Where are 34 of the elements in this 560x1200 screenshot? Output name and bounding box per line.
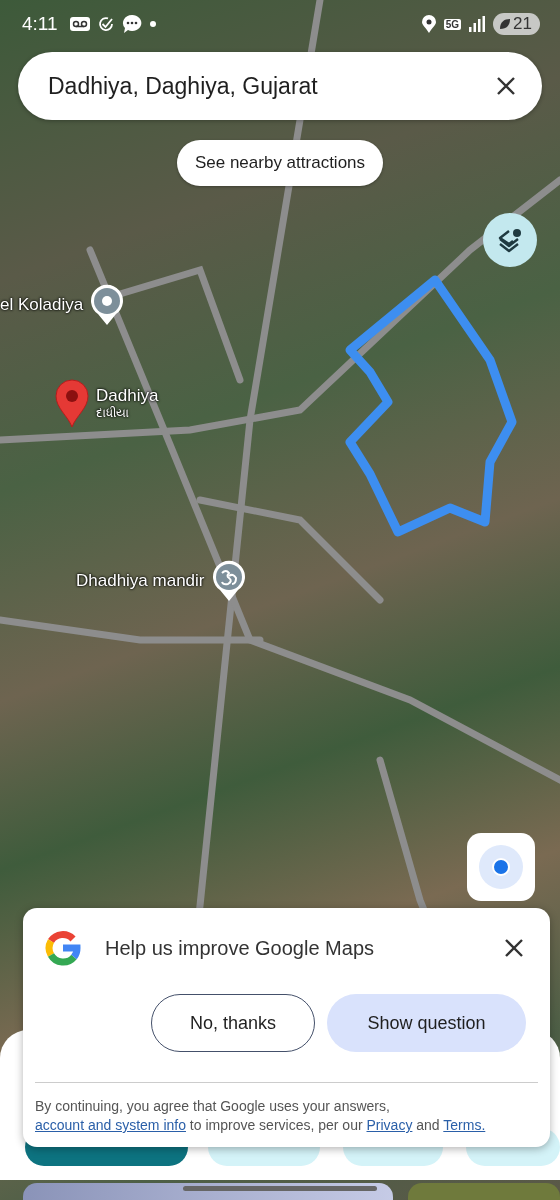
footer-link[interactable]: Privacy (366, 1117, 413, 1133)
close-icon (496, 76, 516, 96)
search-bar[interactable]: Dadhiya, Daghiya, Gujarat (18, 52, 542, 120)
place-label[interactable]: el Koladiya (0, 295, 84, 315)
network-type: 5G (443, 18, 462, 30)
dot-icon (149, 21, 156, 27)
footer-link[interactable]: Terms. (443, 1117, 486, 1133)
layers-icon (496, 226, 524, 254)
place-label-local[interactable]: દાધીયા (96, 406, 159, 420)
nearby-attractions-chip[interactable]: See nearby attractions (176, 140, 384, 186)
place-label[interactable]: Dadhiya (96, 386, 159, 406)
status-time: 4:11 (22, 13, 58, 35)
map-pin-icon (54, 378, 90, 428)
location-marker-icon (89, 284, 126, 326)
message-icon (121, 14, 142, 34)
search-field[interactable]: Dadhiya, Daghiya, Gujarat (46, 71, 492, 101)
battery-indicator: 21 (493, 13, 540, 35)
temple-marker-icon (210, 560, 247, 602)
google-logo-icon (45, 930, 81, 966)
place-label[interactable]: Dhadhiya mandir (76, 571, 205, 591)
leaf-icon (499, 18, 512, 30)
survey-title: Help us improve Google Maps (105, 936, 375, 960)
current-location-icon (477, 843, 525, 891)
voicemail-icon (69, 16, 90, 32)
check-circle-icon (97, 16, 114, 32)
my-location-button[interactable] (467, 833, 535, 901)
close-icon (504, 938, 524, 958)
show-question-button[interactable]: Show question (327, 994, 526, 1052)
footer-link[interactable]: account and system info (35, 1117, 186, 1133)
no-thanks-button[interactable]: No, thanks (151, 994, 315, 1052)
consent-text: By continuing, you agree that Google uses your answers, account and system info to improve services, per our Privacy and Terms. (35, 1097, 487, 1135)
sheet-handle[interactable] (183, 1186, 377, 1191)
signal-icon (469, 16, 486, 32)
location-icon (421, 15, 436, 33)
